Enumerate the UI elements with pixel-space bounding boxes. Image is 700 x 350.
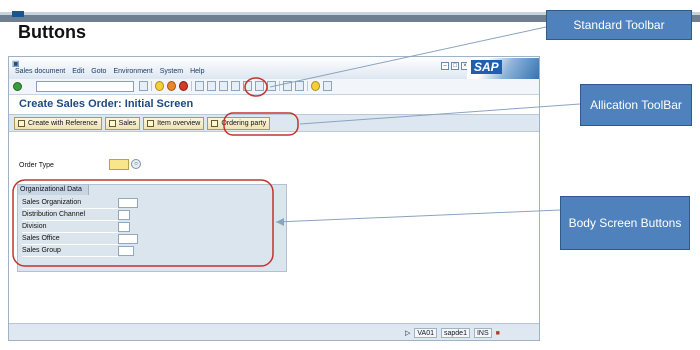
command-field[interactable] — [36, 81, 134, 92]
minimize-icon[interactable]: – — [441, 62, 449, 70]
create-with-reference-label: Create with Reference — [28, 119, 98, 127]
create-with-reference-button[interactable]: Create with Reference — [14, 117, 102, 130]
find-icon[interactable] — [207, 81, 216, 91]
sales-office-label: Sales Office — [22, 233, 118, 245]
body-screen-buttons-callout: Body Screen Buttons — [560, 196, 690, 250]
screen-title: Create Sales Order: Initial Screen — [19, 98, 194, 110]
sales-group-label: Sales Group — [22, 245, 118, 257]
exit-icon[interactable] — [167, 81, 176, 91]
sales-organization-input[interactable] — [118, 198, 138, 208]
distribution-channel-input[interactable] — [118, 210, 130, 220]
person-icon — [211, 120, 219, 127]
toolbar-separator — [307, 81, 308, 91]
value-help-icon[interactable]: ○ — [131, 159, 141, 169]
standard-toolbar-icons — [139, 81, 332, 91]
maximize-icon[interactable]: □ — [451, 62, 459, 70]
item-overview-label: Item overview — [157, 119, 201, 127]
toolbar-separator — [279, 81, 280, 91]
distribution-channel-label: Distribution Channel — [22, 209, 118, 221]
previous-page-icon[interactable] — [243, 81, 252, 91]
last-page-icon[interactable] — [267, 81, 276, 91]
sales-group-input[interactable] — [118, 246, 134, 256]
window-controls: – □ × — [441, 62, 469, 70]
item-overview-button[interactable]: Item overview — [143, 117, 205, 130]
print-icon[interactable] — [195, 81, 204, 91]
lock-icon: ■ — [495, 329, 500, 337]
menu-environment[interactable]: Environment — [113, 68, 152, 75]
sap-logo-text: SAP — [471, 60, 502, 74]
sap-window: ▣ Sales document Edit Goto Environment S… — [8, 56, 540, 341]
standard-toolbar — [9, 79, 539, 95]
cancel-icon[interactable] — [179, 81, 188, 91]
person-icon — [108, 120, 116, 127]
layout-menu-icon[interactable] — [323, 81, 332, 91]
menu-help[interactable]: Help — [190, 68, 204, 75]
slide-title: Buttons — [18, 22, 86, 42]
menu-bar: ▣ Sales document Edit Goto Environment S… — [9, 57, 539, 79]
help-icon[interactable] — [311, 81, 320, 91]
find-next-icon[interactable] — [219, 81, 228, 91]
server-name: sapde1 — [441, 328, 470, 338]
body-screen: Order Type ○ Organizational Data Sales O… — [9, 132, 539, 322]
standard-toolbar-callout: Standard Toolbar — [546, 10, 692, 40]
status-expand-icon[interactable]: ▷ — [405, 329, 410, 337]
sales-button[interactable]: Sales — [104, 117, 141, 130]
order-type-label: Order Type — [19, 162, 54, 169]
toolbar-separator — [151, 81, 152, 91]
toolbar-separator — [191, 81, 192, 91]
sap-logo: SAP — [467, 58, 539, 79]
sales-organization-label: Sales Organization — [22, 197, 118, 209]
menu-system[interactable]: System — [160, 68, 183, 75]
first-page-icon[interactable] — [231, 81, 240, 91]
sales-office-input[interactable] — [118, 234, 138, 244]
organizational-data-tab: Organizational Data — [18, 185, 89, 195]
status-bar: ▷ VA01 sapde1 INS ■ — [9, 323, 539, 340]
person-icon — [147, 120, 155, 127]
insert-mode: INS — [473, 328, 492, 338]
ordering-party-button[interactable]: Ordering party — [207, 117, 271, 130]
save-icon[interactable] — [139, 81, 148, 91]
application-toolbar: Create with Reference Sales Item overvie… — [9, 114, 539, 132]
division-label: Division — [22, 221, 118, 233]
sales-label: Sales — [118, 119, 137, 127]
menu-list: Sales document Edit Goto Environment Sys… — [15, 68, 205, 75]
new-session-icon[interactable] — [283, 81, 292, 91]
menu-goto[interactable]: Goto — [91, 68, 106, 75]
menu-edit[interactable]: Edit — [72, 68, 84, 75]
transaction-code: VA01 — [414, 328, 437, 338]
shortcut-icon[interactable] — [295, 81, 304, 91]
next-page-icon[interactable] — [255, 81, 264, 91]
ordering-party-label: Ordering party — [221, 119, 267, 127]
enter-check-icon[interactable] — [13, 82, 22, 91]
system-menu-icon[interactable]: ▣ — [12, 59, 20, 68]
back-icon[interactable] — [155, 81, 164, 91]
division-input[interactable] — [118, 222, 130, 232]
application-toolbar-callout: Allication ToolBar — [580, 84, 692, 126]
organizational-data-group: Organizational Data Sales Organization D… — [17, 184, 287, 272]
order-type-input[interactable] — [109, 159, 129, 170]
reference-icon — [18, 120, 25, 127]
menu-sales-document[interactable]: Sales document — [15, 68, 65, 75]
